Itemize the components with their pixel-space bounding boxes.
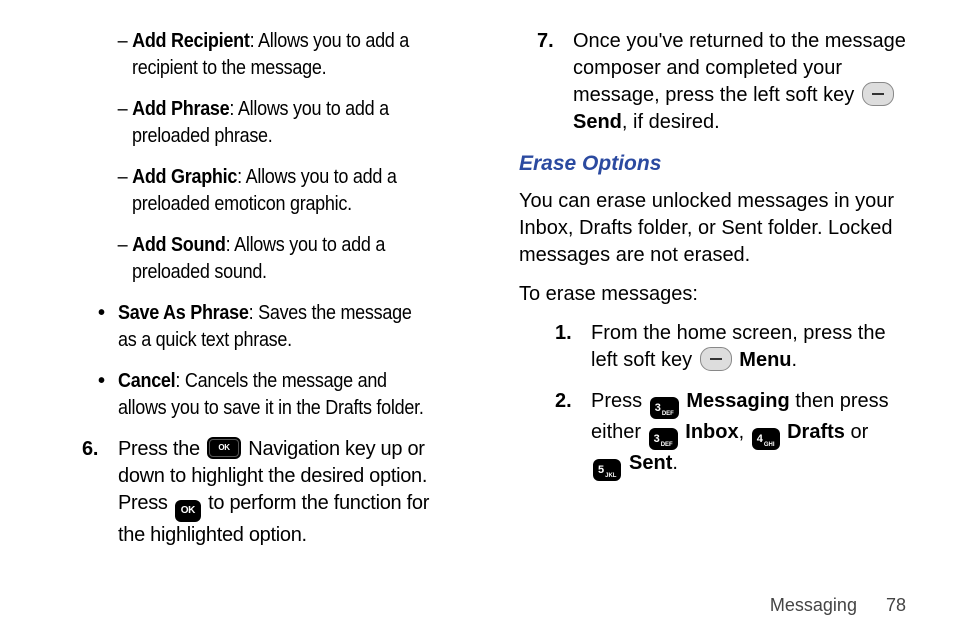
text: or [845, 421, 868, 443]
opt-add-recipient: – Add Recipient: Allows you to add a rec… [132, 28, 459, 82]
bold-label: Sent [629, 452, 672, 474]
text: , [739, 421, 750, 443]
bold-label: Inbox [685, 421, 738, 443]
step-number: 2. [555, 388, 572, 415]
key-4ghi-icon: 4GHI [752, 428, 780, 450]
bold-label: Drafts [787, 421, 845, 443]
left-column: – Add Recipient: Allows you to add a rec… [40, 28, 459, 563]
right-column: 7. Once you've returned to the message c… [495, 28, 914, 563]
opt-add-graphic: – Add Graphic: Allows you to add a prelo… [132, 164, 459, 218]
section-name: Messaging [770, 595, 857, 615]
term: Add Sound [132, 234, 226, 256]
opt-add-sound: – Add Sound: Allows you to add a preload… [132, 232, 459, 286]
key-3def-icon: 3DEF [650, 397, 679, 419]
ok-key-icon: OK [175, 500, 201, 522]
erase-options-heading: Erase Options [519, 150, 914, 178]
page-number: 78 [886, 595, 906, 615]
bold-label: Menu [739, 349, 791, 371]
step-number: 6. [82, 436, 98, 463]
term: Cancel [118, 370, 175, 392]
erase-step-2: 2. Press 3DEF Messaging then press eithe… [555, 388, 914, 481]
softkey-icon [700, 347, 732, 371]
page-footer: Messaging 78 [770, 595, 906, 616]
key-5jkl-icon: 5JKL [593, 459, 621, 481]
text: Press [591, 390, 648, 412]
text: Press the [118, 438, 205, 460]
opt-save-phrase: Save As Phrase: Saves the message as a q… [98, 300, 459, 354]
text: , if desired. [622, 111, 720, 133]
term: Add Graphic [132, 166, 237, 188]
key-3def-icon: 3DEF [649, 428, 678, 450]
erase-step-1: 1. From the home screen, press the left … [555, 320, 914, 374]
text: . [792, 349, 798, 371]
text: Once you've returned to the message comp… [573, 30, 906, 106]
bold-label: Messaging [686, 390, 789, 412]
bold-label: Send [573, 111, 622, 133]
step-6: 6. Press the Navigation key up or down t… [82, 436, 459, 549]
erase-intro-1: You can erase unlocked messages in your … [519, 188, 914, 269]
opt-cancel: Cancel: Cancels the message and allows y… [98, 368, 459, 422]
page-body: – Add Recipient: Allows you to add a rec… [0, 0, 954, 563]
opt-add-phrase: – Add Phrase: Allows you to add a preloa… [132, 96, 459, 150]
step-number: 7. [537, 28, 554, 55]
term: Add Phrase [132, 98, 229, 120]
text: . [672, 452, 678, 474]
step-number: 1. [555, 320, 572, 347]
erase-intro-2: To erase messages: [519, 281, 914, 308]
term: Add Recipient [132, 30, 250, 52]
softkey-icon [862, 82, 894, 106]
term: Save As Phrase [118, 302, 249, 324]
nav-key-icon [207, 437, 241, 459]
step-7: 7. Once you've returned to the message c… [537, 28, 914, 136]
